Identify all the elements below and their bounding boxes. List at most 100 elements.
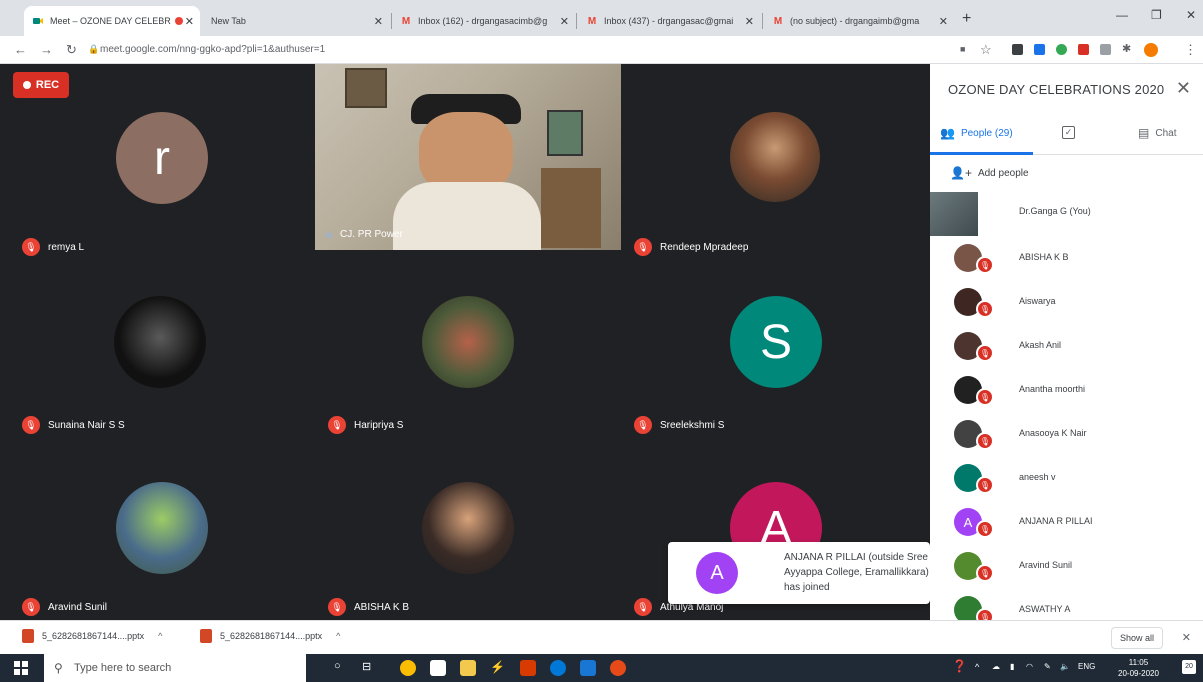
participant-tile[interactable]: 🎙 Aravind Sunil <box>10 436 310 618</box>
add-people-button[interactable]: 👤+ Add people <box>950 166 1029 180</box>
cloud-icon[interactable]: ☁ <box>992 662 1000 671</box>
list-item[interactable]: 🎙 ASWATHY A <box>930 590 1203 620</box>
taskbar-search[interactable]: ⚲ Type here to search <box>44 654 306 682</box>
participant-tile[interactable]: 🎙 ABISHA K B <box>316 436 616 618</box>
pen-icon[interactable]: ✎ <box>1044 662 1051 671</box>
tab-new-tab[interactable]: New Tab ✕ <box>203 6 389 36</box>
download-item[interactable]: 5_6282681867144....pptx ^ <box>22 629 162 643</box>
person-name: ASWATHY A <box>1019 604 1071 614</box>
tab-no-subject[interactable]: M (no subject) - drgangaimb@gma ✕ <box>764 6 954 36</box>
close-panel-icon[interactable]: ✕ <box>1176 78 1191 99</box>
minimize-icon[interactable]: — <box>1116 8 1128 22</box>
puzzle-icon[interactable]: ✱ <box>1122 42 1131 55</box>
back-icon[interactable]: ← <box>14 42 27 57</box>
help-icon[interactable]: ❓ <box>952 659 967 673</box>
downloads-bar: 5_6282681867144....pptx ^ 5_628268186714… <box>0 620 1203 654</box>
forward-icon[interactable]: → <box>40 42 53 57</box>
mic-off-icon: 🎙 <box>976 388 994 406</box>
participant-tile[interactable]: 🎙 Haripriya S <box>316 250 616 434</box>
mic-off-icon: 🎙 <box>634 416 652 434</box>
participant-tile[interactable]: S 🎙 Sreelekshmi S <box>622 250 922 434</box>
edge-icon[interactable] <box>550 660 566 676</box>
avatar <box>114 296 206 388</box>
tab-people[interactable]: 👥 People (29) <box>940 126 1013 140</box>
profile-avatar[interactable] <box>1144 43 1158 57</box>
close-tab-icon[interactable]: ✕ <box>560 15 569 28</box>
language-indicator[interactable]: ENG <box>1078 662 1095 671</box>
close-tab-icon[interactable]: ✕ <box>939 15 948 28</box>
amazon-icon[interactable] <box>430 660 446 676</box>
list-item[interactable]: A 🎙 ANJANA R PILLAI <box>930 502 1203 546</box>
extension-icon[interactable] <box>1056 44 1067 55</box>
cortana-icon[interactable]: ○ <box>334 660 341 672</box>
address-bar-row: ← → ↻ 🔒 meet.google.com/nng-ggko-apd?pli… <box>0 36 1203 64</box>
chevron-up-icon[interactable]: ^ <box>158 631 162 641</box>
meet-icon <box>32 15 44 27</box>
chevron-up-icon[interactable]: ^ <box>975 662 979 672</box>
show-all-button[interactable]: Show all <box>1110 627 1163 649</box>
new-tab-button[interactable]: + <box>962 10 971 28</box>
recording-dot-icon <box>174 17 183 25</box>
close-tab-icon[interactable]: ✕ <box>185 15 194 28</box>
camera-icon[interactable]: ■ <box>960 44 965 54</box>
download-item[interactable]: 5_6282681867144....pptx ^ <box>200 629 340 643</box>
tab-activities[interactable]: ✓ <box>1062 126 1075 139</box>
extension-icon[interactable] <box>1100 44 1111 55</box>
menu-icon[interactable]: ⋮ <box>1184 42 1197 58</box>
url-field[interactable]: meet.google.com/nng-ggko-apd?pli=1&authu… <box>100 44 325 55</box>
task-view-icon[interactable]: ⊟ <box>362 660 371 673</box>
tab-inbox-2[interactable]: M Inbox (437) - drgangasac@gmai ✕ <box>578 6 760 36</box>
list-item[interactable]: 🎙 Akash Anil <box>930 326 1203 370</box>
search-icon: ⚲ <box>54 661 63 675</box>
person-name: ABISHA K B <box>1019 252 1069 262</box>
close-downloads-icon[interactable]: ✕ <box>1182 631 1191 644</box>
close-tab-icon[interactable]: ✕ <box>745 15 754 28</box>
mic-off-icon: 🎙 <box>976 608 994 620</box>
extension-icon[interactable] <box>1078 44 1089 55</box>
wifi-icon[interactable]: ◠ <box>1026 662 1033 671</box>
participant-tile[interactable]: 🎙 Sunaina Nair S S <box>10 250 310 434</box>
people-panel: OZONE DAY CELEBRATIONS 2020 ✕ 👥 People (… <box>930 64 1203 620</box>
reload-icon[interactable]: ↻ <box>66 42 77 58</box>
star-icon[interactable]: ☆ <box>980 42 992 58</box>
clock[interactable]: 11:05 20-09-2020 <box>1118 657 1159 679</box>
tab-inbox-1[interactable]: M Inbox (162) - drgangasacimb@g ✕ <box>392 6 575 36</box>
mic-off-icon: 🎙 <box>976 520 994 538</box>
file-explorer-icon[interactable] <box>460 660 476 676</box>
lightning-icon[interactable]: ⚡ <box>490 660 506 676</box>
list-item[interactable]: Dr.Ganga G (You) <box>930 192 1203 236</box>
participant-name: Haripriya S <box>354 419 404 431</box>
tab-chat[interactable]: ▤ Chat <box>1138 126 1176 140</box>
mic-off-icon: 🎙 <box>976 256 994 274</box>
app-icon[interactable] <box>610 660 626 676</box>
join-message: ANJANA R PILLAI (outside Sree Ayyappa Co… <box>784 552 929 593</box>
lock-icon: 🔒 <box>88 44 100 54</box>
active-speaker-video[interactable]: ılı CJ. PR Power <box>315 64 621 250</box>
chevron-up-icon[interactable]: ^ <box>336 631 340 641</box>
windows-start-icon[interactable] <box>14 661 28 675</box>
volume-icon[interactable]: 🔈 <box>1060 662 1070 671</box>
list-item[interactable]: 🎙 ABISHA K B <box>930 238 1203 282</box>
list-item[interactable]: 🎙 Aravind Sunil <box>930 546 1203 590</box>
tab-meet[interactable]: Meet – OZONE DAY CELEBR ✕ <box>24 6 200 36</box>
extension-icon[interactable] <box>1034 44 1045 55</box>
close-tab-icon[interactable]: ✕ <box>374 15 383 28</box>
mail-icon[interactable] <box>580 660 596 676</box>
list-item[interactable]: 🎙 aneesh v <box>930 458 1203 502</box>
list-item[interactable]: 🎙 Anantha moorthi <box>930 370 1203 414</box>
restore-icon[interactable]: ❐ <box>1151 8 1162 22</box>
gmail-icon: M <box>587 15 597 27</box>
close-window-icon[interactable]: ✕ <box>1186 8 1196 22</box>
chrome-icon[interactable] <box>400 660 416 676</box>
office-icon[interactable] <box>520 660 536 676</box>
extension-icon[interactable] <box>1012 44 1023 55</box>
list-item[interactable]: 🎙 Anasooya K Nair <box>930 414 1203 458</box>
wall-frame <box>345 68 387 108</box>
add-person-icon: 👤+ <box>950 166 972 180</box>
participant-tile[interactable]: 🎙 Rendeep Mpradeep <box>622 68 922 256</box>
participant-tile[interactable]: r 🎙 remya L <box>10 68 310 256</box>
list-item[interactable]: 🎙 Aiswarya <box>930 282 1203 326</box>
tab-title: Inbox (437) - drgangasac@gmai <box>604 16 734 26</box>
battery-icon[interactable]: ▮ <box>1010 662 1014 671</box>
notifications-icon[interactable]: 20 <box>1182 660 1196 674</box>
